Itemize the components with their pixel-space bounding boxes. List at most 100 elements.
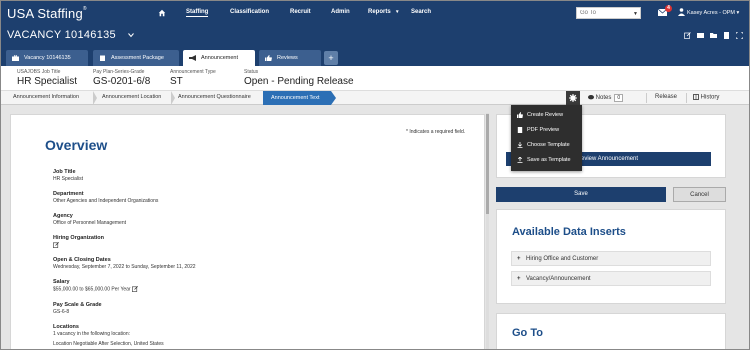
grade-label: Pay Plan-Series-Grade [93, 69, 145, 75]
edit-icon[interactable] [53, 242, 59, 248]
field-locations: Locations 1 vacancy in the following loc… [53, 324, 164, 347]
thumbs-up-icon [265, 55, 272, 61]
comment-icon [588, 94, 594, 100]
upload-icon [517, 157, 523, 163]
step-separator [171, 91, 175, 105]
field-open-closing-dates: Open & Closing Dates Wednesday, Septembe… [53, 257, 196, 270]
expand-icon[interactable] [736, 32, 743, 39]
menu-item-save-as-template[interactable]: Save as Template [511, 153, 582, 167]
chevron-down-icon[interactable]: ▾ [396, 9, 399, 15]
field-label: Pay Scale & Grade [53, 302, 102, 308]
user-icon [678, 8, 685, 16]
document-icon[interactable] [723, 32, 730, 39]
accordion-vacancy-announcement[interactable]: + Vacancy/Announcement [511, 271, 711, 286]
notes-count: 0 [614, 94, 624, 102]
release-tab[interactable]: Release [655, 94, 677, 100]
settings-button[interactable] [566, 91, 580, 105]
home-icon[interactable] [158, 9, 166, 17]
chevron-down-icon: ▼ [633, 11, 638, 17]
menu-item-choose-template[interactable]: Choose Template [511, 138, 582, 152]
tab-reviews[interactable]: Reviews [259, 50, 321, 66]
nav-recruit[interactable]: Recruit [290, 9, 311, 15]
field-value: Office of Personnel Management [53, 220, 127, 226]
field-agency: Agency Office of Personnel Management [53, 213, 126, 226]
status-label: Status [244, 69, 259, 75]
field-label: Department [53, 191, 84, 197]
book-icon [693, 94, 699, 100]
required-note: * Indicates a required field. [406, 129, 466, 135]
plus-icon: + [517, 256, 521, 262]
user-menu[interactable]: Kasey Acres - OPM ▾ [687, 10, 739, 16]
status-value: Open - Pending Release [244, 76, 354, 87]
announcement-type-block: Announcement Type ST [170, 69, 216, 87]
add-tab-button[interactable]: + [324, 51, 338, 65]
field-value: GS-6-8 [53, 309, 70, 315]
field-job-title: Job Title HR Specialist [53, 169, 83, 182]
megaphone-icon [189, 55, 196, 61]
nav-staffing[interactable]: Staffing [186, 9, 209, 17]
notification-badge: 4 [665, 5, 672, 12]
field-label: Agency [53, 213, 73, 219]
announcement-type-value: ST [170, 76, 183, 87]
folder-icon[interactable] [710, 32, 717, 39]
plus-icon: + [517, 276, 521, 282]
history-tab[interactable]: History [693, 94, 719, 101]
edit-icon[interactable] [684, 32, 691, 39]
step-announcement-information[interactable]: Announcement Information [13, 94, 79, 100]
thumbs-up-icon [517, 112, 523, 118]
tab-announcement[interactable]: Announcement [183, 50, 255, 66]
job-title-block: USAJOBS Job Title HR Specialist [17, 69, 77, 87]
vacancy-summary: USAJOBS Job Title HR Specialist Pay Plan… [1, 66, 749, 91]
app-window: USA Staffing® Staffing Classification Re… [0, 0, 750, 350]
gear-icon [569, 94, 577, 102]
nav-classification[interactable]: Classification [230, 9, 269, 15]
edit-icon[interactable] [131, 286, 138, 292]
field-label: Job Title [53, 169, 76, 175]
nav-search[interactable]: Search [411, 9, 431, 15]
location-line: Location Negotiable After Selection, Uni… [53, 341, 164, 347]
scrollbar-thumb[interactable] [486, 114, 489, 214]
field-label: Salary [53, 279, 70, 285]
field-hiring-organization: Hiring Organization [53, 235, 104, 248]
vacancy-title[interactable]: VACANCY 10146135 [7, 29, 116, 41]
field-label: Hiring Organization [53, 235, 105, 241]
step-announcement-questionnaire[interactable]: Announcement Questionnaire [178, 94, 251, 100]
menu-item-create-review[interactable]: Create Review [511, 108, 582, 122]
field-pay-scale-grade: Pay Scale & Grade GS-6-8 [53, 302, 102, 315]
chevron-down-icon[interactable] [128, 33, 134, 38]
field-value: $55,000.00 to $65,000.00 Per Year [53, 286, 138, 292]
step-separator [93, 91, 97, 105]
field-salary: Salary $55,000.00 to $65,000.00 Per Year [53, 279, 138, 292]
save-button[interactable]: Save [496, 187, 666, 202]
goto-select[interactable] [576, 7, 641, 19]
announcement-steps: Announcement Information Announcement Lo… [1, 91, 749, 105]
briefcase-icon [12, 55, 19, 61]
field-value: Wednesday, September 7, 2022 to Sunday, … [53, 264, 196, 270]
step-announcement-text[interactable]: Announcement Text [263, 91, 336, 105]
tab-vacancy[interactable]: Vacancy 10146135 [6, 50, 88, 66]
accordion-hiring-office[interactable]: + Hiring Office and Customer [511, 251, 711, 266]
envelope-icon[interactable] [697, 32, 704, 39]
tab-assessment-package[interactable]: Assessment Package [93, 50, 179, 66]
overview-title: Overview [45, 137, 108, 153]
nav-reports[interactable]: Reports [368, 9, 391, 15]
notes-tab[interactable]: Notes 0 [588, 94, 624, 102]
goto-title: Go To [512, 327, 543, 339]
field-value: Other Agencies and Independent Organizat… [53, 198, 159, 204]
vacancy-header: VACANCY 10146135 [1, 26, 749, 46]
status-block: Status Open - Pending Release [244, 69, 354, 87]
divider [686, 93, 687, 103]
step-announcement-location[interactable]: Announcement Location [102, 94, 161, 100]
download-icon [517, 142, 523, 148]
job-title-value: HR Specialist [17, 76, 78, 87]
cancel-button[interactable]: Cancel [673, 187, 726, 202]
menu-item-pdf-preview[interactable]: PDF Preview [511, 123, 582, 137]
field-label: Open & Closing Dates [53, 257, 111, 263]
job-title-label: USAJOBS Job Title [17, 69, 61, 75]
divider [646, 93, 647, 103]
brand-logo[interactable]: USA Staffing® [7, 6, 87, 21]
nav-admin[interactable]: Admin [331, 9, 350, 15]
field-value: HR Specialist [53, 176, 84, 182]
field-label: Locations [53, 324, 79, 330]
grade-block: Pay Plan-Series-Grade GS-0201-6/8 [93, 69, 150, 87]
